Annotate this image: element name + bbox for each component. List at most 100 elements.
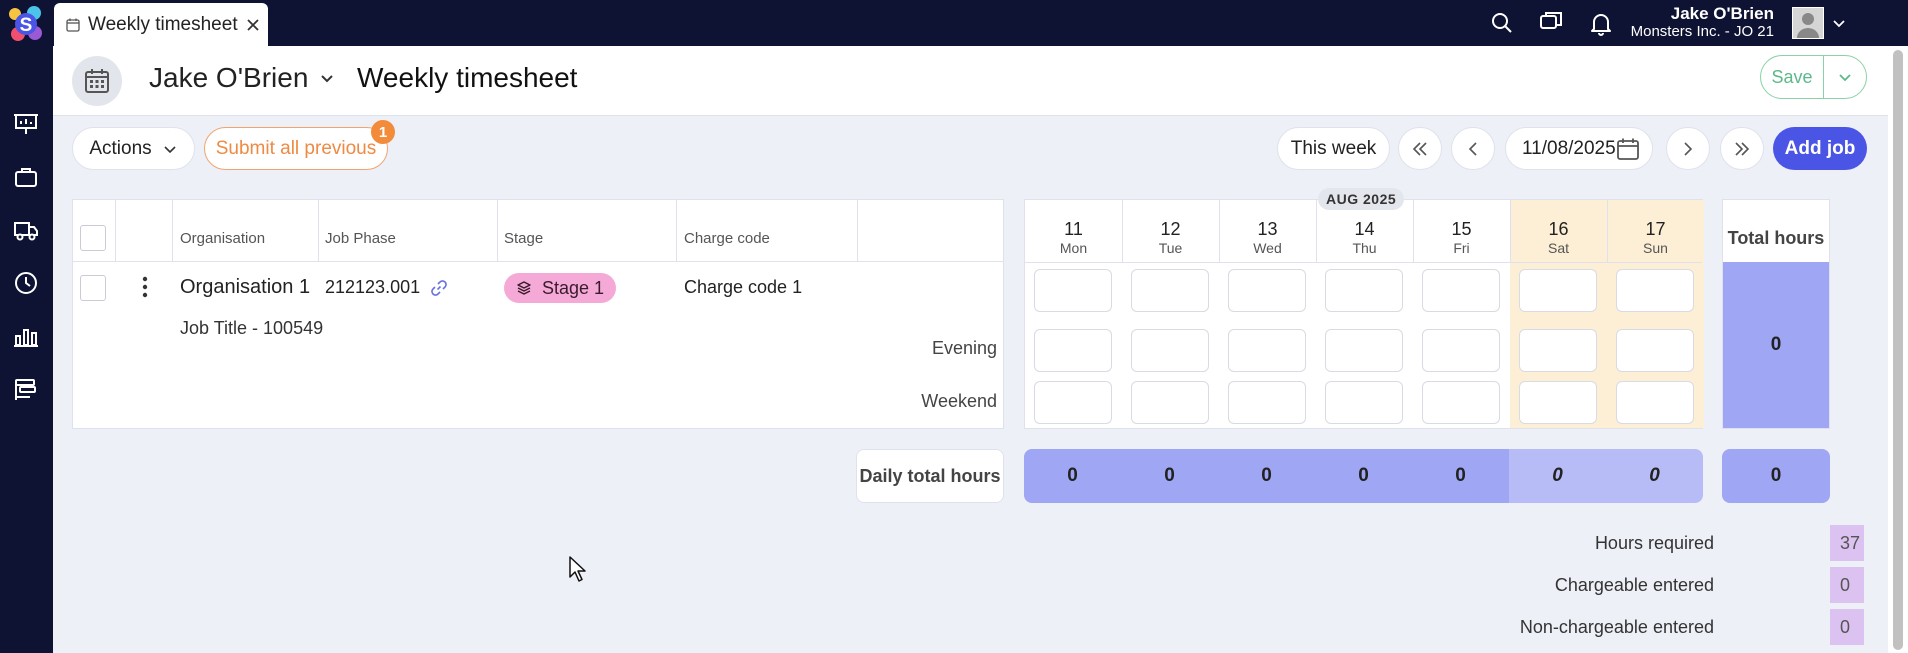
bar-chart-icon[interactable] — [13, 323, 39, 349]
week-date-picker[interactable]: 11/08/2025 — [1505, 127, 1653, 170]
weekend-hours-input[interactable] — [1325, 381, 1403, 424]
evening-hours-input[interactable] — [1616, 329, 1694, 372]
total-hours-column: Total hours 0 — [1722, 199, 1830, 429]
hours-input[interactable] — [1616, 269, 1694, 312]
person-selector[interactable]: Jake O'Brien — [149, 62, 336, 94]
save-options-button[interactable] — [1824, 56, 1866, 98]
app-logo-icon[interactable]: S — [6, 4, 46, 44]
hours-input[interactable] — [1034, 269, 1112, 312]
day-name: Sat — [1547, 240, 1569, 256]
chevron-down-icon[interactable] — [1830, 14, 1848, 32]
weekend-hours-input[interactable] — [1131, 381, 1209, 424]
hours-input[interactable] — [1131, 269, 1209, 312]
actions-label: Actions — [89, 137, 152, 159]
weekend-hours-input[interactable] — [1034, 381, 1112, 424]
scrollbar-thumb[interactable] — [1893, 50, 1903, 650]
double-chevron-left-icon — [1410, 139, 1430, 159]
column-header-charge-code: Charge code — [684, 230, 770, 247]
organisation-name: Organisation 1 — [180, 276, 311, 298]
save-button-group: Save — [1760, 55, 1867, 99]
sidebar — [0, 46, 53, 653]
row-menu-icon[interactable] — [133, 274, 157, 300]
user-org: Monsters Inc. - JO 21 — [1630, 23, 1774, 40]
hours-input[interactable] — [1325, 269, 1403, 312]
timesheet-calendar-icon — [72, 56, 122, 106]
next-week-button[interactable] — [1666, 127, 1710, 170]
close-icon[interactable] — [246, 18, 260, 32]
previous-month-button[interactable] — [1398, 127, 1442, 170]
page-title: Weekly timesheet — [357, 62, 578, 93]
this-week-label: This week — [1290, 137, 1377, 159]
column-header-organisation: Organisation — [180, 230, 266, 247]
daily-total-label: Daily total hours — [856, 449, 1004, 503]
weekend-hours-input[interactable] — [1616, 381, 1694, 424]
evening-hours-input[interactable] — [1228, 329, 1306, 372]
pending-count-badge: 1 — [371, 120, 395, 144]
search-icon[interactable] — [1489, 10, 1515, 36]
add-job-button[interactable]: Add job — [1773, 127, 1867, 170]
day-name: Wed — [1253, 240, 1282, 256]
hours-required-value: 37 — [1830, 525, 1864, 561]
evening-hours-input[interactable] — [1519, 329, 1597, 372]
chevron-down-icon — [1836, 68, 1854, 86]
bell-icon[interactable] — [1588, 10, 1614, 36]
hours-input[interactable] — [1422, 269, 1500, 312]
stage-label: Stage 1 — [542, 277, 605, 298]
svg-text:S: S — [20, 15, 33, 36]
table-header: Organisation Job Phase Stage Charge code — [73, 200, 1003, 262]
column-header-job-phase: Job Phase — [325, 230, 396, 247]
select-all-checkbox[interactable] — [80, 225, 106, 251]
chevron-down-icon — [318, 69, 336, 87]
evening-row-label: Evening — [931, 338, 997, 358]
submit-all-previous-button[interactable]: Submit all previous — [204, 127, 388, 170]
this-week-button[interactable]: This week — [1277, 127, 1390, 170]
avatar[interactable] — [1792, 7, 1824, 39]
job-table: Organisation Job Phase Stage Charge code… — [72, 199, 1004, 429]
day-number: 11 — [1064, 219, 1083, 239]
save-button[interactable]: Save — [1761, 56, 1824, 98]
gantt-icon[interactable] — [13, 376, 39, 402]
week-grid: 11 Mon 12 Tue 13 Wed 14 Thu 15 Fri 16 Sat 17 Su… — [1024, 199, 1704, 429]
layers-icon — [516, 280, 532, 296]
briefcase-icon[interactable] — [13, 164, 39, 190]
grand-total-hours: 0 — [1722, 449, 1830, 503]
actions-dropdown[interactable]: Actions — [72, 127, 195, 170]
daily-totals-bar: 0 0 0 0 0 0 0 — [1024, 449, 1703, 503]
clock-icon[interactable] — [13, 270, 39, 296]
weekend-row-label: Weekend — [921, 391, 997, 411]
next-month-button[interactable] — [1720, 127, 1764, 170]
tab-weekly-timesheet[interactable]: Weekly timesheet — [54, 3, 268, 46]
evening-hours-input[interactable] — [1422, 329, 1500, 372]
row-checkbox[interactable] — [80, 275, 106, 301]
user-menu[interactable]: Jake O'Brien Monsters Inc. - JO 21 — [1631, 5, 1774, 41]
submit-label: Submit all previous — [215, 137, 377, 159]
tab-label: Weekly timesheet — [88, 13, 238, 35]
evening-hours-input[interactable] — [1325, 329, 1403, 372]
job-phase-code: 212123.001 — [325, 277, 421, 297]
presentation-icon[interactable] — [13, 111, 39, 137]
weekend-hours-input[interactable] — [1422, 381, 1500, 424]
chevron-left-icon — [1463, 139, 1483, 159]
day-number: 17 — [1645, 219, 1666, 239]
hours-input[interactable] — [1519, 269, 1597, 312]
weekend-hours-input[interactable] — [1228, 381, 1306, 424]
page-header: Jake O'Brien Weekly timesheet Save — [53, 46, 1888, 116]
evening-hours-input[interactable] — [1131, 329, 1209, 372]
daily-total-weekend: 0 — [1509, 449, 1606, 503]
previous-week-button[interactable] — [1451, 127, 1495, 170]
messages-icon[interactable] — [1538, 10, 1564, 36]
hours-required-label: Hours required — [1594, 533, 1714, 553]
link-icon[interactable] — [430, 279, 448, 297]
daily-total: 0 — [1412, 449, 1509, 503]
calendar-icon[interactable] — [1616, 137, 1640, 161]
day-number: 12 — [1160, 219, 1181, 239]
day-name: Thu — [1352, 240, 1377, 256]
weekend-hours-input[interactable] — [1519, 381, 1597, 424]
evening-hours-input[interactable] — [1034, 329, 1112, 372]
column-header-stage: Stage — [504, 230, 544, 247]
chargeable-entered-label: Chargeable entered — [1554, 575, 1714, 595]
truck-icon[interactable] — [13, 217, 39, 243]
chevron-down-icon — [162, 141, 178, 157]
hours-input[interactable] — [1228, 269, 1306, 312]
day-number: 16 — [1548, 219, 1569, 239]
